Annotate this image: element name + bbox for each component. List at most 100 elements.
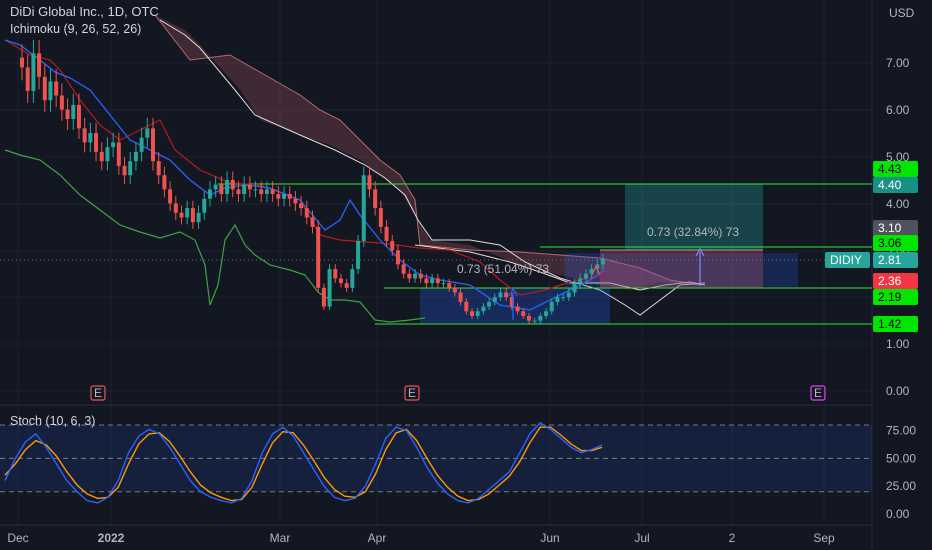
candle-body (407, 273, 412, 279)
candle-body (578, 278, 583, 284)
price-chart[interactable]: 0.73 (51.04%) 73 0.73 (32.84%) 73 E E E USD 0… (0, 0, 932, 550)
candle-body (105, 147, 110, 162)
candle-body (566, 292, 571, 298)
measure-label-upper: 0.73 (32.84%) 73 (647, 225, 739, 239)
price-tag-label: 4.43 (878, 162, 902, 176)
ichimoku-lines (4, 39, 606, 323)
price-tick-label: 6.00 (886, 103, 910, 117)
price-tag-label: 2.81 (878, 253, 902, 267)
candle-body (361, 175, 366, 241)
candle-body (259, 189, 264, 195)
candle-body (367, 175, 372, 190)
earnings-marker-label: E (94, 386, 102, 400)
time-tick-label: 2022 (98, 531, 125, 545)
candle-body (390, 240, 395, 251)
candle-body (264, 189, 269, 195)
candle-body (139, 137, 144, 152)
candle-body (71, 104, 76, 119)
candle-body (395, 250, 400, 265)
price-tick-label: 1.00 (886, 337, 910, 351)
candle-body (458, 292, 463, 302)
candle-body (327, 269, 332, 307)
candle-body (601, 259, 605, 265)
time-axis[interactable]: Dec 2022 Mar Apr Jun Jul 2 Sep (7, 531, 835, 545)
currency-label: USD (889, 6, 915, 20)
candle-body (498, 292, 503, 298)
candle-body (299, 203, 304, 209)
stoch-tick-label: 75.00 (886, 424, 916, 438)
time-tick-label: Sep (813, 531, 835, 545)
ichimoku-legend[interactable]: Ichimoku (9, 26, 52, 26) (10, 22, 141, 36)
candle-body (31, 53, 36, 91)
candle-body (532, 320, 537, 322)
candle-body (173, 203, 178, 213)
candle-body (282, 194, 287, 199)
candle-body (424, 278, 429, 284)
candle-body (219, 184, 224, 195)
candle-body (492, 297, 497, 302)
candle-body (145, 128, 150, 138)
price-tag-label: 2.36 (878, 274, 902, 288)
candle-body (561, 297, 566, 299)
candle-body (310, 217, 315, 227)
candle-body (116, 142, 121, 166)
candle-body (190, 208, 195, 223)
candle-body (333, 269, 338, 279)
candle-body (168, 189, 173, 204)
candle-body (122, 165, 127, 176)
candle-body (356, 240, 361, 270)
candle-body (304, 208, 309, 218)
candle-body (270, 189, 275, 195)
candle-body (572, 283, 577, 293)
candle-body (48, 81, 53, 101)
candle-body (76, 104, 81, 129)
candle-body (94, 133, 99, 152)
candle-body (25, 67, 30, 91)
candle-body (549, 301, 554, 312)
candle-body (487, 301, 492, 307)
candle-body (344, 283, 349, 288)
stoch-tick-label: 25.00 (886, 479, 916, 493)
measure-box-upper (565, 253, 798, 287)
candle-body (526, 315, 531, 321)
candle-body (515, 306, 520, 312)
candle-body (242, 184, 247, 195)
candle-body (350, 269, 355, 288)
candle-body (151, 128, 156, 162)
ichimoku-label: Ichimoku (9, 26, 52, 26) (10, 22, 142, 36)
candle-body (37, 53, 42, 77)
candle-body (555, 297, 560, 302)
price-tag-label: 1.42 (878, 317, 902, 331)
candle-body (111, 142, 116, 148)
stoch-panel (0, 421, 872, 504)
candle-body (418, 273, 423, 279)
symbol-title-text: DiDi Global Inc., 1D, OTC (10, 4, 159, 19)
candle-body (413, 273, 418, 279)
price-tag-label: 3.06 (878, 236, 902, 250)
time-tick-label: Dec (7, 531, 28, 545)
candle-body (162, 175, 167, 190)
candle-body (20, 57, 24, 68)
candle-body (42, 76, 47, 101)
time-tick-label: 2 (729, 531, 736, 545)
candle-body (156, 161, 161, 176)
candle-body (88, 133, 93, 143)
stoch-legend[interactable]: Stoch (10, 6, 3) (10, 414, 95, 428)
time-tick-label: Apr (368, 531, 387, 545)
candle-body (133, 151, 138, 162)
time-tick-label: Jul (634, 531, 649, 545)
candle-body (504, 292, 509, 298)
candle-body (287, 194, 292, 199)
candle-body (447, 283, 452, 288)
price-tick-label: 0.00 (886, 384, 910, 398)
earnings-marker-label: E (814, 386, 822, 400)
candle-body (321, 287, 326, 307)
candle-body (82, 128, 87, 143)
stoch-tick-label: 50.00 (886, 451, 916, 465)
candle-body (441, 283, 446, 285)
candle-body (583, 273, 588, 279)
symbol-title[interactable]: DiDi Global Inc., 1D, OTC (10, 4, 159, 19)
candle-body (247, 184, 252, 190)
candle-body (373, 189, 378, 209)
candle-body (230, 179, 235, 190)
